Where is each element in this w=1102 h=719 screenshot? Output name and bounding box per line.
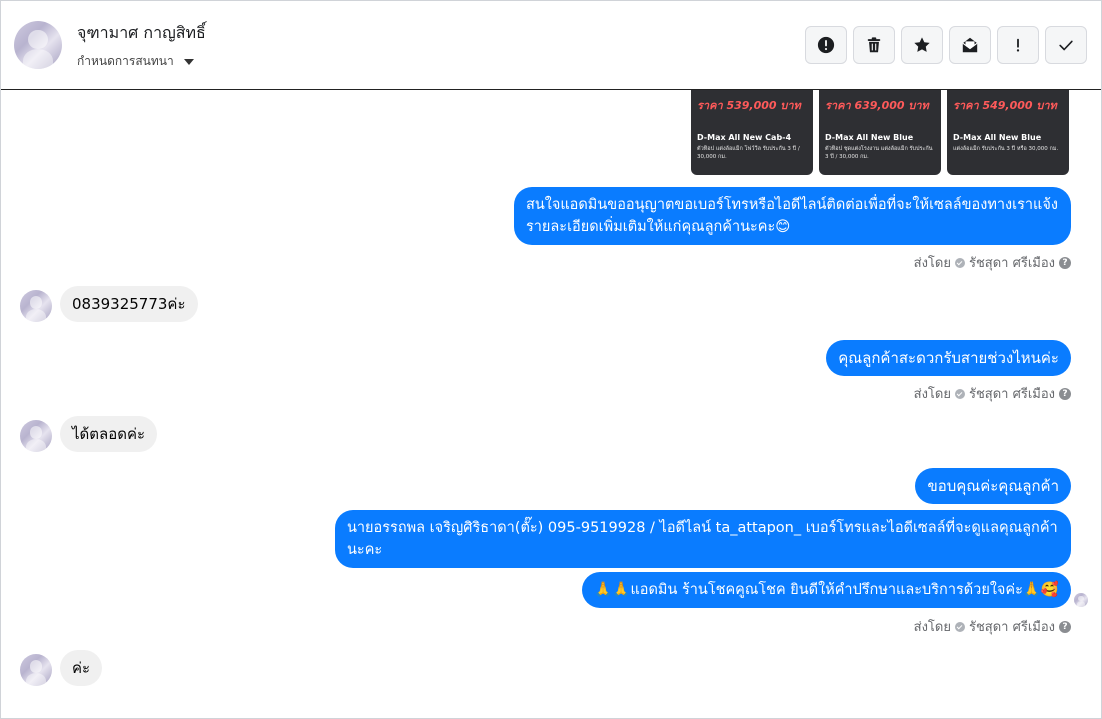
- contact-avatar[interactable]: [20, 654, 52, 686]
- sent-by-agent[interactable]: รัชสุดา ศรีเมือง: [969, 383, 1055, 404]
- card-model: D-Max All New Blue: [953, 133, 1042, 142]
- important-button[interactable]: [997, 26, 1039, 64]
- mark-unread-button[interactable]: [949, 26, 991, 64]
- product-cards: ราคา 539,000 บาท D-Max All New Cab-4 ตัว…: [691, 90, 1069, 175]
- product-card[interactable]: ราคา 639,000 บาท D-Max All New Blue ตัวท…: [819, 90, 941, 175]
- card-subline: [697, 123, 807, 128]
- star-button[interactable]: [901, 26, 943, 64]
- sent-by-label: ส่งโดย รัชสุดา ศรีเมือง ?: [914, 252, 1071, 273]
- card-price: ราคา 539,000 บาท: [697, 99, 801, 112]
- help-icon[interactable]: ?: [1059, 387, 1071, 400]
- outgoing-message[interactable]: คุณลูกค้าสะดวกรับสายช่วงไหนค่ะ: [826, 340, 1071, 376]
- verified-icon: [954, 621, 965, 632]
- outgoing-message[interactable]: นายอรรถพล เจริญศิริธาดา(ตั๊ะ) 095-951992…: [335, 510, 1071, 568]
- product-card[interactable]: ราคา 539,000 บาท D-Max All New Cab-4 ตัว…: [691, 90, 813, 175]
- product-card[interactable]: ราคา 549,000 บาท D-Max All New Blue แต่ง…: [947, 90, 1069, 175]
- help-icon[interactable]: ?: [1059, 620, 1071, 633]
- outgoing-message[interactable]: ขอบคุณค่ะคุณลูกค้า: [915, 468, 1071, 504]
- incoming-message[interactable]: ได้ตลอดค่ะ: [60, 416, 158, 452]
- conversation-setting-label: กำหนดการสนทนา: [77, 54, 174, 68]
- sent-by-agent[interactable]: รัชสุดา ศรีเมือง: [969, 252, 1055, 273]
- incoming-message[interactable]: ค่ะ: [60, 650, 103, 686]
- message-thread[interactable]: ราคา 539,000 บาท D-Max All New Cab-4 ตัว…: [1, 90, 1101, 718]
- card-description: ตัวท็อป ชุดแต่งโรงงาน แต่งล้อแม็ก รับประ…: [825, 146, 933, 160]
- card-subline: [953, 123, 1063, 128]
- sent-by-prefix: ส่งโดย: [913, 256, 951, 271]
- card-model: D-Max All New Blue: [825, 133, 914, 142]
- help-icon[interactable]: ?: [1059, 256, 1071, 269]
- card-subline: [697, 116, 807, 121]
- card-price: ราคา 639,000 บาท: [825, 99, 929, 112]
- contact-avatar[interactable]: [20, 290, 52, 322]
- delete-button[interactable]: [853, 26, 895, 64]
- spam-button[interactable]: [805, 26, 847, 64]
- seen-avatar: [1074, 593, 1088, 607]
- sent-by-prefix: ส่งโดย: [913, 387, 951, 402]
- incoming-message[interactable]: 0839325773ค่ะ: [60, 286, 198, 322]
- exclamation-icon: [1016, 38, 1020, 52]
- outgoing-message[interactable]: 🙏🙏แอดมิน ร้านโชคคูณโชค ยินดีให้คำปรึกษาแ…: [582, 572, 1071, 608]
- conversation-header: จุฑามาศ กาญสิทธิ์ กำหนดการสนทนา: [1, 1, 1101, 90]
- caret-down-icon: [183, 58, 194, 65]
- sent-by-label: ส่งโดย รัชสุดา ศรีเมือง ?: [914, 616, 1071, 637]
- contact-name[interactable]: จุฑามาศ กาญสิทธิ์: [77, 21, 206, 46]
- conversation-setting-dropdown[interactable]: กำหนดการสนทนา: [77, 52, 194, 71]
- card-subline: [825, 123, 935, 128]
- contact-avatar[interactable]: [20, 420, 52, 452]
- card-subline: [953, 116, 1063, 121]
- star-icon: [914, 37, 930, 52]
- card-description: ตัวท็อป แต่งล้อแม็ก โฟว์วีล รับประกัน 3 …: [697, 146, 800, 160]
- verified-icon: [954, 388, 965, 399]
- alert-circle-icon: [817, 36, 835, 54]
- sent-by-label: ส่งโดย รัชสุดา ศรีเมือง ?: [914, 383, 1071, 404]
- outgoing-message[interactable]: สนใจแอดมินขออนุญาตขอเบอร์โทรหรือไอดีไลน์…: [514, 187, 1071, 245]
- verified-icon: [954, 257, 965, 268]
- card-model: D-Max All New Cab-4: [697, 133, 792, 142]
- action-toolbar: [805, 26, 1087, 64]
- contact-avatar[interactable]: [14, 21, 62, 69]
- done-button[interactable]: [1045, 26, 1087, 64]
- trash-icon: [867, 37, 881, 53]
- card-subline: [825, 116, 935, 121]
- sent-by-agent[interactable]: รัชสุดา ศรีเมือง: [969, 616, 1055, 637]
- envelope-open-icon: [962, 37, 978, 53]
- sent-by-prefix: ส่งโดย: [913, 620, 951, 635]
- card-description: แต่งล้อแม็ก รับประกัน 3 ปี หรือ 30,000 ก…: [953, 146, 1059, 152]
- messenger-window: จุฑามาศ กาญสิทธิ์ กำหนดการสนทนา ราคา 539…: [0, 0, 1102, 719]
- check-icon: [1059, 40, 1073, 51]
- card-price: ราคา 549,000 บาท: [953, 99, 1057, 112]
